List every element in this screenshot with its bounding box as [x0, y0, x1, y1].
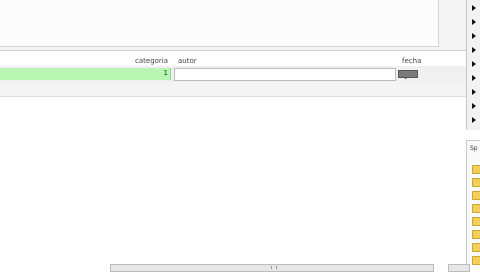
table-header: categoria autor fecha — [0, 56, 466, 66]
triangle-right-icon[interactable] — [472, 47, 476, 53]
folder-icon[interactable] — [472, 256, 480, 265]
top-text-area[interactable] — [0, 0, 439, 47]
categoria-cell[interactable]: 1 — [0, 68, 171, 80]
panel-tab[interactable]: Sp — [470, 145, 480, 153]
column-header-categoria[interactable]: categoria — [135, 57, 168, 65]
right-side-panel: Sp — [466, 140, 480, 271]
scroll-grip-icon[interactable] — [271, 266, 277, 269]
categoria-value: 1 — [163, 69, 168, 77]
triangle-right-icon[interactable] — [472, 117, 476, 123]
triangle-right-icon[interactable] — [472, 5, 476, 11]
column-header-autor[interactable]: autor — [178, 57, 197, 65]
top-panel — [0, 0, 466, 51]
table-row[interactable]: 1 I — [0, 66, 466, 82]
folder-icon[interactable] — [472, 178, 480, 187]
column-header-fecha[interactable]: fecha — [402, 57, 421, 65]
triangle-right-icon[interactable] — [472, 103, 476, 109]
folder-icon[interactable] — [472, 191, 480, 200]
autor-input[interactable]: I — [174, 68, 407, 81]
horizontal-scrollbar[interactable] — [448, 264, 470, 272]
triangle-right-icon[interactable] — [472, 75, 476, 81]
folder-icon[interactable] — [472, 204, 480, 213]
folder-icon[interactable] — [472, 243, 480, 252]
right-toolbar — [466, 0, 480, 130]
folder-icon[interactable] — [472, 217, 480, 226]
triangle-right-icon[interactable] — [472, 19, 476, 25]
table-row[interactable] — [0, 82, 466, 97]
horizontal-scrollbar[interactable] — [110, 264, 434, 272]
folder-icon[interactable] — [472, 165, 480, 174]
triangle-right-icon[interactable] — [472, 61, 476, 67]
folder-icon[interactable] — [472, 230, 480, 239]
content-area — [0, 97, 466, 262]
triangle-right-icon[interactable] — [472, 33, 476, 39]
fecha-date-cell[interactable] — [398, 70, 418, 78]
triangle-right-icon[interactable] — [472, 89, 476, 95]
